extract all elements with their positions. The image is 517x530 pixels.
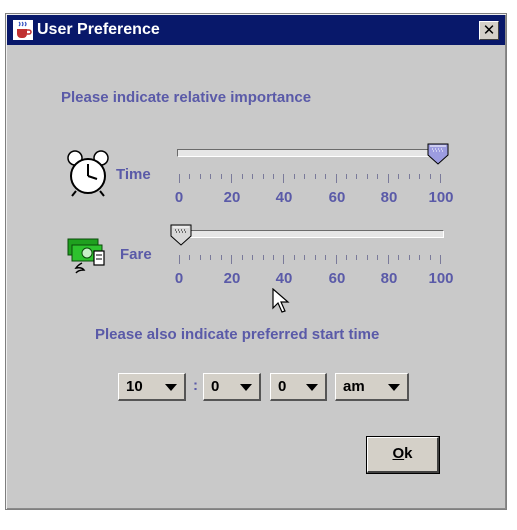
chevron-down-icon [165,384,177,391]
fare-tick-mark [356,255,358,260]
fare-tick-label: 100 [428,270,454,287]
minute-ones-select[interactable]: 0 [270,373,327,401]
time-tick-mark [366,174,368,179]
fare-tick-label: 40 [275,270,293,287]
time-tick-mark [356,174,358,179]
fare-tick-mark [220,255,222,260]
fare-slider-thumb[interactable] [170,224,192,246]
time-slider-thumb[interactable] [427,143,449,165]
fare-tick-mark [346,255,348,260]
chevron-down-icon [240,384,252,391]
time-separator: : [193,377,198,394]
close-button[interactable]: ✕ [479,21,499,40]
time-tick-mark [179,174,180,183]
window-title: User Preference [37,21,160,38]
fare-tick-mark [293,255,295,260]
fare-tick-mark [366,255,368,260]
time-tick-mark [272,174,274,179]
hour-select[interactable]: 10 [118,373,186,401]
title-bar[interactable]: User Preference ✕ [7,15,505,45]
fare-tick-mark [210,255,212,260]
chevron-down-icon [306,384,318,391]
time-tick-label: 80 [380,189,398,206]
fare-tick-mark [283,255,285,264]
time-tick-mark [377,174,379,179]
time-tick-mark [419,174,421,179]
fare-tick-mark [252,255,254,260]
minute-ones-value: 0 [278,378,287,395]
time-tick-label: 40 [275,189,293,206]
time-tick-mark [199,174,201,179]
minute-tens-value: 0 [211,378,220,395]
time-tick-mark [231,174,233,183]
ampm-select[interactable]: am [335,373,409,401]
time-tick-mark [314,174,316,179]
time-tick-mark [346,174,348,179]
fare-tick-mark [199,255,201,260]
ampm-value: am [343,378,365,395]
time-tick-mark [387,174,389,183]
fare-tick-mark [189,255,191,260]
fare-tick-mark [272,255,274,260]
fare-tick-mark [304,255,306,260]
hour-value: 10 [126,378,143,395]
time-tick-mark [335,174,337,183]
mouse-pointer-icon [272,288,290,313]
time-tick-mark [429,174,431,179]
time-tick-mark [262,174,264,179]
fare-tick-mark [419,255,421,260]
time-slider-ticks [177,174,442,184]
importance-heading: Please indicate relative importance [61,89,312,106]
time-tick-mark [210,174,212,179]
time-label: Time [116,166,151,183]
time-tick-mark [398,174,400,179]
time-tick-mark [189,174,191,179]
fare-tick-mark [314,255,316,260]
fare-label: Fare [120,246,152,263]
fare-tick-label: 80 [380,270,398,287]
fare-slider-ticks [177,255,442,265]
fare-tick-mark [241,255,243,260]
fare-tick-mark [440,255,441,264]
time-tick-mark [325,174,327,179]
fare-tick-mark [262,255,264,260]
fare-tick-mark [325,255,327,260]
time-tick-mark [440,174,441,183]
fare-tick-mark [387,255,389,264]
ok-button[interactable]: Ok [366,436,440,474]
time-tick-mark [252,174,254,179]
ok-mnemonic: O [392,445,405,462]
time-tick-mark [220,174,222,179]
time-tick-mark [304,174,306,179]
fare-tick-mark [398,255,400,260]
money-icon [67,238,105,274]
time-tick-mark [283,174,285,183]
minute-tens-select[interactable]: 0 [203,373,261,401]
time-tick-label: 20 [223,189,241,206]
time-tick-mark [241,174,243,179]
fare-tick-mark [429,255,431,260]
start-time-heading: Please also indicate preferred start tim… [95,326,380,343]
alarm-clock-icon [67,150,109,197]
fare-slider-track[interactable] [177,230,444,238]
time-tick-label: 0 [174,189,184,206]
fare-tick-label: 0 [174,270,184,287]
fare-tick-mark [377,255,379,260]
fare-tick-label: 60 [328,270,346,287]
time-slider-track[interactable] [177,149,444,157]
time-tick-label: 60 [328,189,346,206]
ok-label-rest: k [404,445,413,462]
java-cup-icon [13,20,33,40]
fare-tick-label: 20 [223,270,241,287]
time-tick-mark [408,174,410,179]
time-tick-label: 100 [428,189,454,206]
fare-tick-mark [408,255,410,260]
time-tick-mark [293,174,295,179]
fare-tick-mark [335,255,337,264]
chevron-down-icon [388,384,400,391]
fare-tick-mark [179,255,180,264]
fare-tick-mark [231,255,233,264]
